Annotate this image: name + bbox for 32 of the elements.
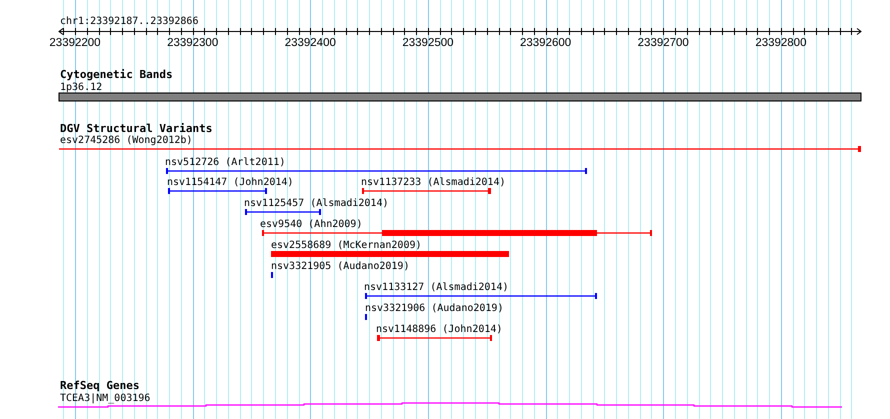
ruler-tick-label: 23392200	[49, 37, 101, 49]
variant-label: nsv512726 (Arlt2011)	[165, 157, 286, 168]
variant-label: esv2745286 (Wong2012b)	[60, 135, 192, 146]
variant-label: nsv3321905 (Audano2019)	[271, 261, 410, 272]
ruler-tick-label: 23392700	[638, 37, 689, 49]
track-title: RefSeq Genes	[60, 379, 140, 392]
variant-label: nsv1148896 (John2014)	[376, 324, 502, 335]
ruler-tick-label: 23392300	[167, 37, 218, 49]
band-label: 1p36.12	[60, 82, 102, 93]
variant-bar[interactable]	[59, 146, 861, 152]
location-label: chr1:23392187..23392866	[60, 16, 198, 27]
variant-bar[interactable]	[166, 168, 587, 174]
ruler-tick-label: 23392400	[284, 37, 336, 49]
track-title: Cytogenetic Bands	[60, 68, 173, 81]
variant-bar[interactable]	[365, 293, 597, 299]
gene-label: TCEA3|NM_003196	[60, 393, 150, 404]
ruler-tick-label: 23392600	[520, 37, 572, 49]
variant-bar[interactable]	[168, 188, 267, 194]
variant-label: nsv3321906 (Audano2019)	[365, 303, 504, 314]
ruler-tick-label: 23392800	[755, 37, 806, 49]
ruler-tick-label: 23392500	[402, 37, 454, 49]
variant-label: nsv1125457 (Alsmadi2014)	[244, 198, 388, 209]
variant-label: esv2558689 (McKernan2009)	[271, 240, 422, 251]
variant-label: nsv1137233 (Alsmadi2014)	[361, 177, 506, 188]
variant-bar[interactable]	[245, 209, 321, 215]
variant-bar[interactable]	[362, 188, 491, 194]
variant-bar[interactable]	[262, 230, 652, 236]
variant-label: esv9540 (Ahn2009)	[260, 219, 362, 230]
track-title: DGV Structural Variants	[60, 122, 212, 135]
variant-bar[interactable]	[377, 335, 492, 341]
variant-label: nsv1154147 (John2014)	[167, 177, 294, 188]
variant-label: nsv1133127 (Alsmadi2014)	[364, 282, 508, 293]
